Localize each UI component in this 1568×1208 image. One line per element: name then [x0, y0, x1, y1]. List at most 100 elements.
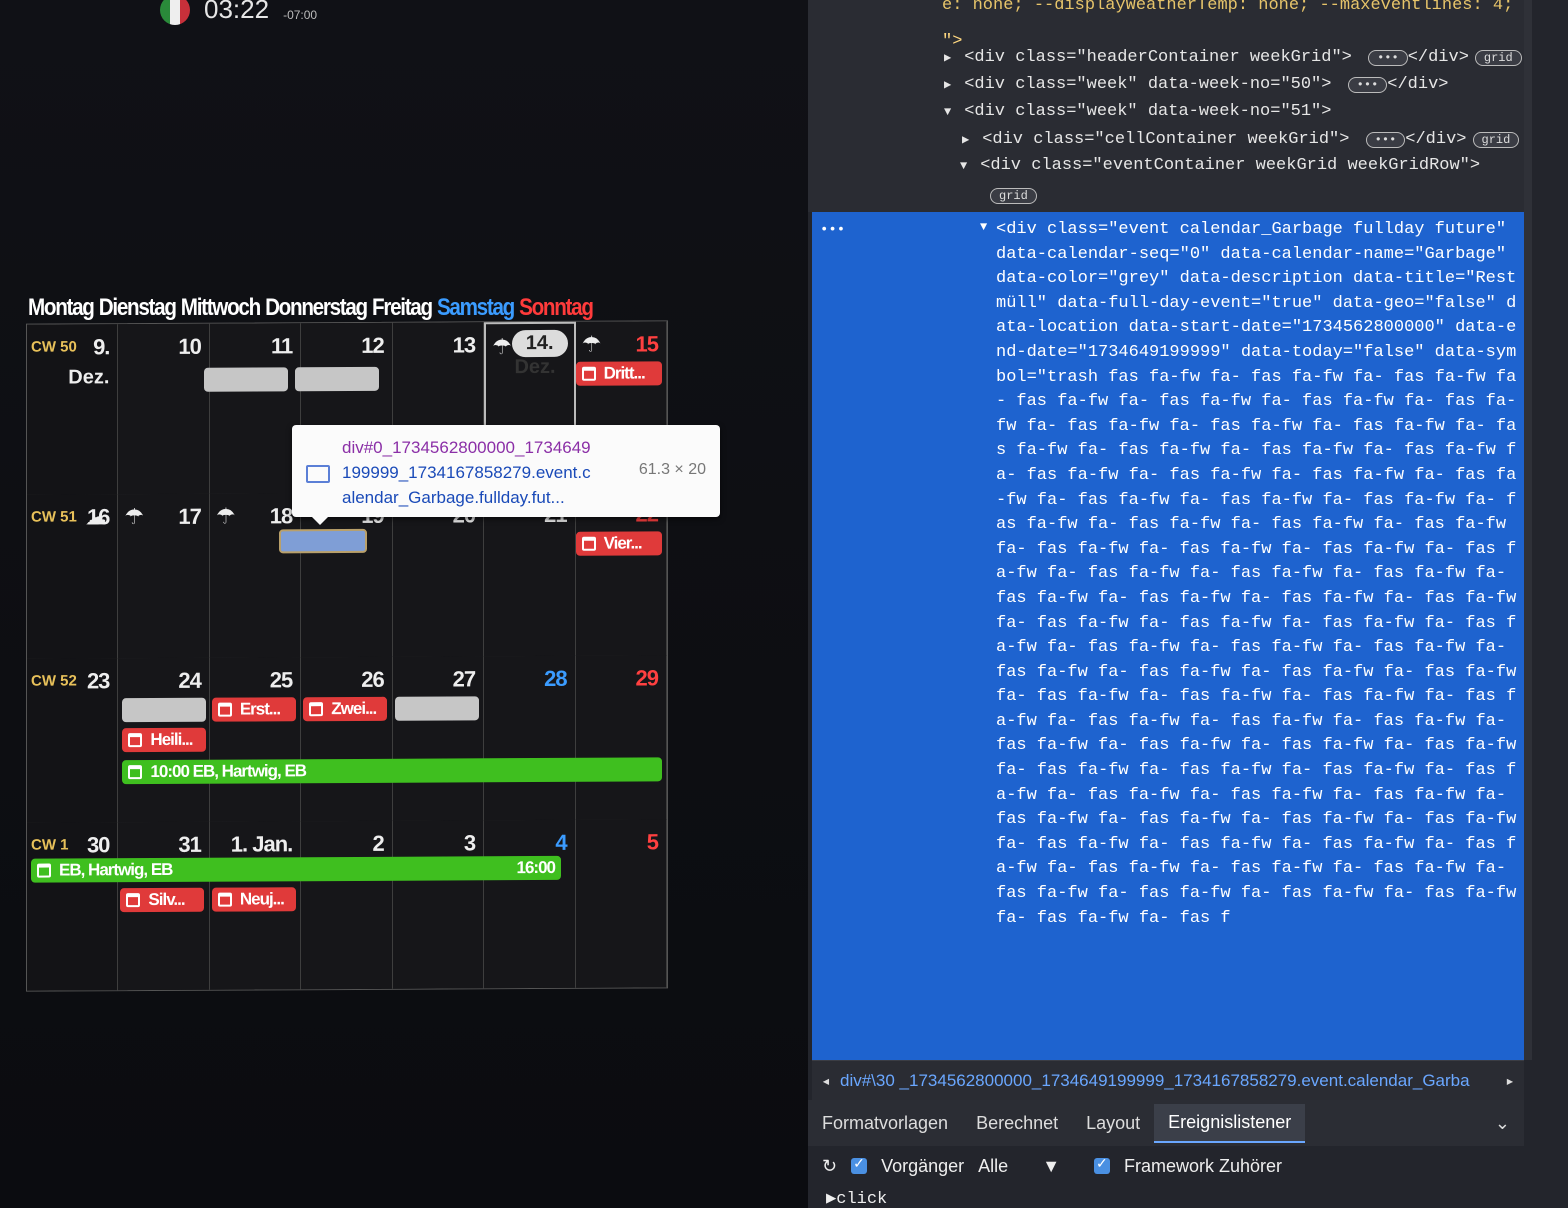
tab-event-listeners[interactable]: Ereignislistener — [1154, 1103, 1306, 1143]
day-number: 18 — [269, 503, 293, 529]
ellipsis-badge[interactable]: ••• — [1368, 50, 1408, 66]
day-number: 31 — [178, 831, 201, 857]
day-cell[interactable]: 25 Erst... — [209, 657, 302, 822]
event-red[interactable]: Heili... — [122, 727, 207, 753]
event-title: Vier... — [603, 533, 642, 553]
day-number: 12 — [361, 332, 384, 358]
day-number: 3 — [463, 830, 476, 856]
event-green-multiday[interactable]: EB, Hartwig, EB 16:00 — [31, 855, 561, 883]
grid-layout-icon — [306, 465, 330, 483]
day-number: 26 — [361, 666, 384, 692]
dom-line: e: none; --displayWeatherTemp: none; --m… — [942, 0, 1514, 15]
expand-triangle-icon[interactable]: ▶ — [944, 77, 954, 92]
day-cell[interactable]: 29 — [575, 655, 667, 820]
day-cell[interactable]: 26 Zwei... — [301, 656, 393, 822]
weekday-label-saturday: Samstag — [436, 294, 515, 321]
event-red[interactable]: Silv... — [120, 887, 205, 913]
day-cell[interactable]: 31 Silv... — [118, 821, 210, 991]
event-title: Dritt... — [603, 363, 645, 383]
breadcrumb-right-arrow-icon[interactable]: ▸ — [1496, 1071, 1524, 1091]
event-selected-restmuell[interactable] — [279, 528, 368, 554]
selected-dom-node[interactable]: ••• ▼ <div class="event calendar_Garbage… — [812, 212, 1524, 1060]
devtools-panel: e: none; --displayWeatherTemp: none; --m… — [808, 0, 1568, 1208]
dom-tree-scrollbar[interactable] — [1524, 0, 1532, 1060]
day-cell[interactable]: 27 — [392, 656, 485, 821]
event-title: 10:00 EB, Hartwig, EB — [150, 761, 307, 782]
event-red[interactable]: Vier... — [575, 531, 662, 556]
day-number: 10 — [178, 333, 201, 359]
collapse-triangle-icon[interactable]: ▼ — [980, 220, 987, 234]
day-cell[interactable]: 28 — [484, 655, 576, 821]
breadcrumb-left-arrow-icon[interactable]: ◂ — [812, 1071, 840, 1091]
tooltip-selector-line: div#0_1734562800000_1734649 — [342, 438, 591, 457]
calendar-grid: CW 50 9. Dez. 10 11 12 13 ☂ 14. Dez. ☂ 1… — [26, 320, 668, 992]
event-title: Neuj... — [239, 889, 284, 909]
expand-triangle-icon[interactable]: ▶ — [944, 50, 954, 65]
day-cell[interactable]: 2 — [301, 820, 393, 990]
expand-triangle-icon[interactable]: ▶ — [962, 132, 972, 147]
day-cell[interactable]: CW 52 23 — [27, 658, 119, 823]
day-cell[interactable]: 5 — [575, 819, 667, 988]
day-number: 5 — [646, 829, 658, 855]
ellipsis-badge[interactable]: ••• — [1347, 77, 1388, 93]
tab-layout[interactable]: Layout — [1072, 1105, 1154, 1142]
day-cell[interactable]: ☂ 18 — [209, 493, 302, 658]
chevron-down-icon[interactable]: ⌄ — [1495, 1113, 1510, 1134]
day-cell[interactable]: 24 Heili... 10:00 EB, Hartwig, EB — [118, 657, 663, 823]
week-row-52: CW 52 23 24 Heili... 10:00 EB, Hartwig, … — [27, 655, 667, 824]
rain-cloud-icon: ☂ — [124, 504, 145, 530]
event-listener-item[interactable]: ▶click — [826, 1188, 887, 1208]
event-grey[interactable] — [394, 696, 479, 721]
more-dots-icon[interactable]: ••• — [820, 222, 845, 238]
listener-type-select[interactable]: Alle — [978, 1156, 1008, 1177]
day-cell[interactable]: 1. Jan. Neuj... — [209, 821, 302, 990]
dom-node-header[interactable]: ▶ <div class="headerContainer weekGrid">… — [944, 48, 1522, 67]
day-cell[interactable]: CW 50 9. Dez. — [27, 324, 119, 495]
ancestors-label: Vorgänger — [881, 1155, 965, 1176]
collapse-triangle-icon[interactable]: ▼ — [960, 159, 970, 173]
ellipsis-badge[interactable]: ••• — [1365, 132, 1406, 148]
breadcrumb-path[interactable]: div#\30 _1734562800000_1734649199999_173… — [840, 1071, 1496, 1091]
day-cell[interactable]: 11 — [203, 323, 302, 494]
day-cell[interactable]: 10 — [118, 323, 210, 495]
dom-tree: e: none; --displayWeatherTemp: none; --m… — [808, 0, 1524, 212]
event-red[interactable]: Erst... — [211, 697, 296, 722]
day-cell[interactable]: 4 — [484, 819, 576, 989]
day-number: 4 — [555, 829, 567, 855]
day-cell[interactable]: 3 — [392, 820, 485, 989]
event-grey[interactable] — [295, 366, 380, 392]
event-title: EB, Hartwig, EB — [59, 859, 173, 880]
grid-badge[interactable]: grid — [1472, 132, 1520, 148]
dropdown-arrow-icon[interactable]: ▼ — [1042, 1156, 1060, 1177]
event-grey[interactable] — [122, 697, 207, 723]
dom-node-week50[interactable]: ▶ <div class="week" data-week-no="50"> •… — [944, 75, 1449, 94]
day-number: 15 — [635, 331, 658, 357]
month-label: Dez. — [68, 366, 110, 389]
event-red[interactable]: Neuj... — [211, 887, 296, 912]
dom-node-cellcontainer[interactable]: ▶ <div class="cellContainer weekGrid"> •… — [962, 130, 1520, 149]
tab-styles[interactable]: Formatvorlagen — [808, 1105, 962, 1142]
dom-node-week51[interactable]: ▼ <div class="week" data-week-no="51"> — [944, 102, 1331, 121]
grid-badge[interactable]: grid — [1474, 50, 1522, 66]
day-number: 28 — [544, 665, 567, 691]
tab-computed[interactable]: Berechnet — [962, 1105, 1072, 1142]
framework-listeners-checkbox[interactable] — [1094, 1155, 1111, 1174]
rain-cloud-icon: ☂ — [581, 331, 602, 357]
calendar-icon — [128, 765, 143, 780]
day-number: 25 — [269, 667, 293, 693]
event-red[interactable]: Zwei... — [303, 696, 388, 722]
ancestors-checkbox[interactable] — [851, 1155, 868, 1174]
grid-badge[interactable]: grid — [990, 188, 1037, 204]
refresh-icon[interactable]: ↻ — [822, 1156, 837, 1177]
dom-node-eventcontainer[interactable]: ▼ <div class="eventContainer weekGrid we… — [960, 156, 1480, 175]
calendar-icon — [309, 702, 324, 717]
event-grey[interactable] — [203, 367, 288, 392]
day-cell[interactable]: ☂ 17 — [118, 493, 210, 659]
collapse-triangle-icon[interactable]: ▼ — [944, 105, 954, 119]
event-green-multiday[interactable]: 10:00 EB, Hartwig, EB — [122, 757, 663, 785]
expand-triangle-icon[interactable]: ▶ — [826, 1190, 836, 1208]
event-red[interactable]: Dritt... — [575, 361, 662, 386]
day-cell[interactable]: CW 51 ☁ 16 — [27, 494, 119, 659]
calendar-icon — [126, 893, 141, 908]
day-cell[interactable]: CW 1 30 EB, Hartwig, EB 16:00 — [27, 822, 561, 991]
